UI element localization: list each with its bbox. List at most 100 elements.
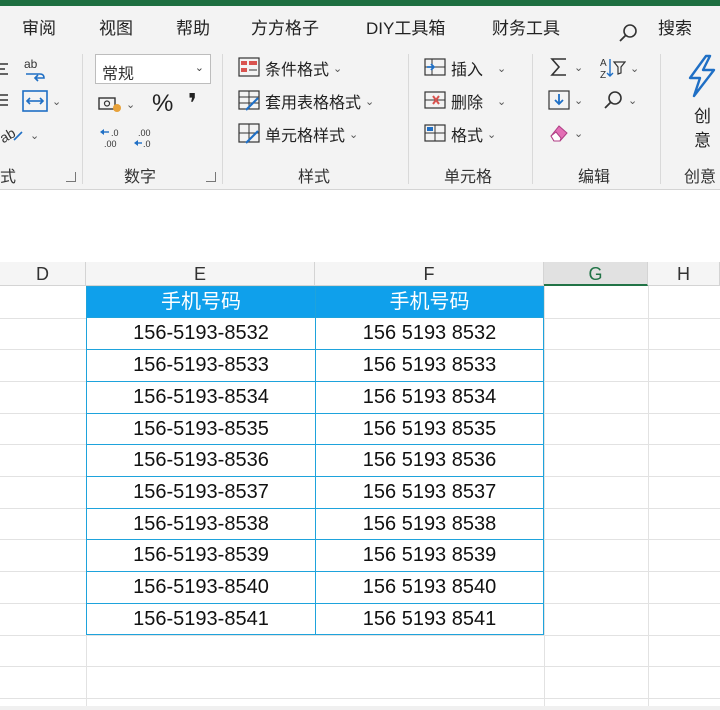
ribbon-tabs: 审阅 视图 帮助 方方格子 DIY工具箱 财务工具 搜索 — [0, 6, 720, 46]
group-label-number: 数字 — [124, 169, 157, 186]
column-header-d[interactable]: D — [0, 262, 86, 286]
chevron-down-icon: ⌄ — [497, 62, 507, 75]
cell-f-spaced[interactable]: 156 5193 8536 — [315, 444, 544, 477]
delete-cells-button[interactable]: 删除 ⌄ — [424, 89, 506, 113]
cell-e-dashed[interactable]: 156-5193-8537 — [86, 476, 316, 509]
table-format-label: 套用表格格式 — [265, 95, 362, 112]
merge-center-button[interactable]: ⌄ — [22, 90, 61, 112]
tab-search[interactable]: 搜索 — [658, 14, 692, 39]
cell-e-dashed[interactable]: 156-5193-8539 — [86, 539, 316, 572]
group-label-editing: 编辑 — [578, 169, 611, 186]
conditional-format-label: 条件格式 — [265, 62, 330, 79]
find-select-button[interactable]: ⌄ — [602, 89, 637, 111]
svg-text:.00: .00 — [138, 128, 151, 138]
format-cells-button[interactable]: 格式 ⌄ — [424, 122, 496, 146]
clear-button[interactable]: ⌄ — [548, 122, 583, 144]
cell-e-dashed[interactable]: 156-5193-8540 — [86, 571, 316, 604]
chevron-down-icon: ⌄ — [628, 94, 638, 107]
grid-line — [0, 666, 720, 667]
column-header-e[interactable]: E — [86, 262, 315, 286]
indent-icon[interactable] — [0, 92, 10, 110]
group-label-styles: 样式 — [298, 169, 331, 186]
formula-bar-area — [0, 190, 720, 244]
search-icon[interactable] — [618, 22, 640, 44]
fill-button[interactable]: ⌄ — [548, 89, 583, 111]
chevron-down-icon: ⌄ — [365, 95, 375, 108]
chevron-down-icon: ⌄ — [497, 95, 507, 108]
increase-decimal-button[interactable]: .0.00 — [98, 126, 124, 150]
tab-finance-tools[interactable]: 财务工具 — [492, 14, 560, 39]
cell-style-label: 单元格样式 — [265, 128, 346, 145]
currency-format-button[interactable]: ⌄ — [98, 94, 135, 114]
cell-f-spaced[interactable]: 156 5193 8533 — [315, 349, 544, 382]
group-separator — [660, 54, 661, 184]
percent-style-button[interactable]: % — [152, 90, 173, 118]
group-separator — [222, 54, 223, 184]
wrap-text-icon[interactable]: ab — [22, 56, 48, 82]
group-separator — [408, 54, 409, 184]
cell-f-spaced[interactable]: 156 5193 8541 — [315, 603, 544, 635]
cell-f-spaced[interactable]: 156 5193 8534 — [315, 381, 544, 414]
sort-filter-button[interactable]: AZ ⌄ — [600, 56, 639, 80]
tab-help[interactable]: 帮助 — [176, 14, 210, 39]
chevron-down-icon: ⌄ — [349, 128, 359, 141]
chevron-down-icon: ⌄ — [574, 61, 584, 74]
autosum-button[interactable]: ⌄ — [548, 56, 583, 78]
decrease-decimal-button[interactable]: .00.0 — [132, 126, 158, 150]
conditional-format-button[interactable]: 条件格式 ⌄ — [238, 56, 342, 80]
cell-f-spaced[interactable]: 156 5193 8532 — [315, 317, 544, 350]
cell-f-spaced[interactable]: 156 5193 8535 — [315, 413, 544, 445]
svg-text:.0: .0 — [143, 139, 151, 149]
column-header-h[interactable]: H — [648, 262, 720, 286]
cell-e-dashed[interactable]: 156-5193-8538 — [86, 508, 316, 540]
svg-text:.00: .00 — [104, 139, 117, 149]
alignment-launcher-icon[interactable] — [66, 172, 76, 182]
cell-style-button[interactable]: 单元格样式 ⌄ — [238, 122, 358, 146]
table-header-e[interactable]: 手机号码 — [86, 286, 316, 318]
chevron-down-icon: ⌄ — [630, 62, 640, 75]
delete-label: 删除 — [451, 95, 484, 112]
tab-view[interactable]: 视图 — [99, 14, 133, 39]
tab-fangfang[interactable]: 方方格子 — [251, 14, 319, 39]
number-format-select[interactable]: 常规 ⌄ — [95, 54, 211, 84]
number-format-value: 常规 — [102, 66, 135, 83]
format-label: 格式 — [451, 128, 484, 145]
table-header-f[interactable]: 手机号码 — [315, 286, 544, 318]
ribbon: ab ⌄ ab ⌄ 式 常规 ⌄ ⌄ % ❜ .0.00 .00.0 数字 条件… — [0, 46, 720, 190]
comma-style-button[interactable]: ❜ — [188, 88, 197, 119]
group-separator — [532, 54, 533, 184]
create-button-line1[interactable]: 创 — [694, 102, 711, 127]
orientation-button[interactable]: ab ⌄ — [0, 124, 39, 146]
group-separator — [82, 54, 83, 184]
chevron-down-icon: ⌄ — [574, 127, 584, 140]
lightning-icon[interactable] — [684, 54, 718, 98]
cell-e-dashed[interactable]: 156-5193-8534 — [86, 381, 316, 414]
align-left-button[interactable] — [0, 60, 10, 78]
svg-text:.0: .0 — [111, 128, 119, 138]
group-label-creative: 创意 — [684, 169, 717, 186]
chevron-down-icon: ⌄ — [52, 95, 62, 108]
cell-f-spaced[interactable]: 156 5193 8538 — [315, 508, 544, 540]
column-header-f[interactable]: F — [315, 262, 544, 286]
cell-e-dashed[interactable]: 156-5193-8533 — [86, 349, 316, 382]
cell-f-spaced[interactable]: 156 5193 8540 — [315, 571, 544, 604]
cell-f-spaced[interactable]: 156 5193 8539 — [315, 539, 544, 572]
cell-e-dashed[interactable]: 156-5193-8535 — [86, 413, 316, 445]
column-header-g[interactable]: G — [544, 262, 648, 286]
tab-diy-toolbox[interactable]: DIY工具箱 — [366, 14, 445, 39]
table-format-button[interactable]: 套用表格格式 ⌄ — [238, 89, 374, 113]
insert-cells-button[interactable]: 插入 ⌄ — [424, 56, 506, 80]
number-launcher-icon[interactable] — [206, 172, 216, 182]
cell-e-dashed[interactable]: 156-5193-8541 — [86, 603, 316, 635]
svg-text:Z: Z — [600, 70, 606, 80]
cell-f-spaced[interactable]: 156 5193 8537 — [315, 476, 544, 509]
svg-text:A: A — [600, 58, 607, 69]
chevron-down-icon: ⌄ — [487, 128, 497, 141]
chevron-down-icon: ⌄ — [574, 94, 584, 107]
create-button-line2[interactable]: 意 — [694, 126, 711, 151]
insert-label: 插入 — [451, 62, 484, 79]
cell-e-dashed[interactable]: 156-5193-8532 — [86, 317, 316, 350]
group-label-cells: 单元格 — [444, 169, 493, 186]
tab-review[interactable]: 审阅 — [22, 14, 56, 39]
cell-e-dashed[interactable]: 156-5193-8536 — [86, 444, 316, 477]
